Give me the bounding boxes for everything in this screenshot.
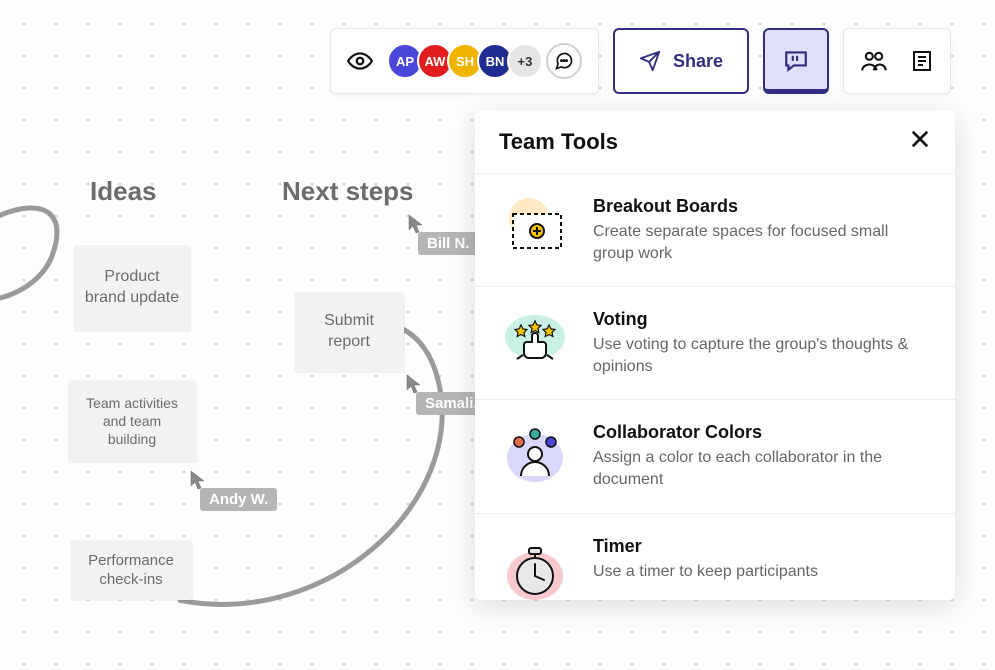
avatar-overflow[interactable]: +3 — [507, 43, 543, 79]
speech-bubble-icon — [783, 47, 809, 73]
cursor-icon — [406, 374, 422, 399]
section-title[interactable]: Ideas — [90, 176, 157, 207]
sticky-note[interactable]: Team activities and team building — [68, 380, 196, 462]
sticky-note[interactable]: Product brand update — [74, 245, 190, 331]
avatar-stack[interactable]: AP AW SH BN +3 — [387, 43, 582, 79]
cursor-label: Andy W. — [200, 488, 277, 511]
team-tools-panel: Team Tools Breakout Boards Create separa… — [475, 110, 955, 600]
section-title[interactable]: Next steps — [282, 176, 414, 207]
tool-item-colors[interactable]: Collaborator Colors Assign a color to ea… — [475, 399, 955, 512]
tool-item-voting[interactable]: Voting Use voting to capture the group's… — [475, 286, 955, 399]
document-icon[interactable] — [910, 49, 934, 73]
visibility-icon[interactable] — [347, 48, 373, 74]
tool-item-desc: Use a timer to keep participants — [593, 561, 818, 583]
cursor-icon — [190, 470, 206, 495]
cursor-label: Bill N. — [418, 232, 479, 255]
share-label: Share — [673, 51, 723, 72]
paper-plane-icon — [639, 50, 661, 72]
team-tools-button[interactable] — [763, 28, 829, 94]
close-icon[interactable] — [909, 128, 931, 155]
tool-item-desc: Use voting to capture the group's though… — [593, 334, 931, 377]
freehand-stroke — [0, 186, 402, 616]
tool-item-title: Collaborator Colors — [593, 422, 931, 443]
panel-list: Breakout Boards Create separate spaces f… — [475, 173, 955, 600]
people-icon[interactable] — [860, 47, 888, 75]
presence-group: AP AW SH BN +3 — [330, 28, 599, 94]
tool-item-breakout[interactable]: Breakout Boards Create separate spaces f… — [475, 173, 955, 286]
sticky-note[interactable]: Submit report — [294, 292, 404, 372]
tool-item-title: Breakout Boards — [593, 196, 931, 217]
sticky-note[interactable]: Performance check-ins — [70, 540, 192, 600]
breakout-boards-icon — [499, 196, 571, 260]
timer-icon — [499, 536, 571, 600]
panel-title: Team Tools — [499, 129, 618, 155]
collaborator-cursor: Bill N. — [402, 232, 479, 257]
tool-item-desc: Create separate spaces for focused small… — [593, 221, 931, 264]
tool-item-title: Timer — [593, 536, 818, 557]
tool-item-desc: Assign a color to each collaborator in t… — [593, 447, 931, 490]
voting-icon — [499, 309, 571, 373]
share-button[interactable]: Share — [613, 28, 749, 94]
collaborator-colors-icon — [499, 422, 571, 486]
view-group — [843, 28, 951, 94]
comment-bubble-icon[interactable] — [546, 43, 582, 79]
collaborator-cursor: Andy W. — [184, 488, 277, 513]
top-toolbar: AP AW SH BN +3 Share — [330, 28, 951, 94]
tool-item-title: Voting — [593, 309, 931, 330]
cursor-icon — [408, 214, 424, 239]
tool-item-timer[interactable]: Timer Use a timer to keep participants — [475, 513, 955, 600]
